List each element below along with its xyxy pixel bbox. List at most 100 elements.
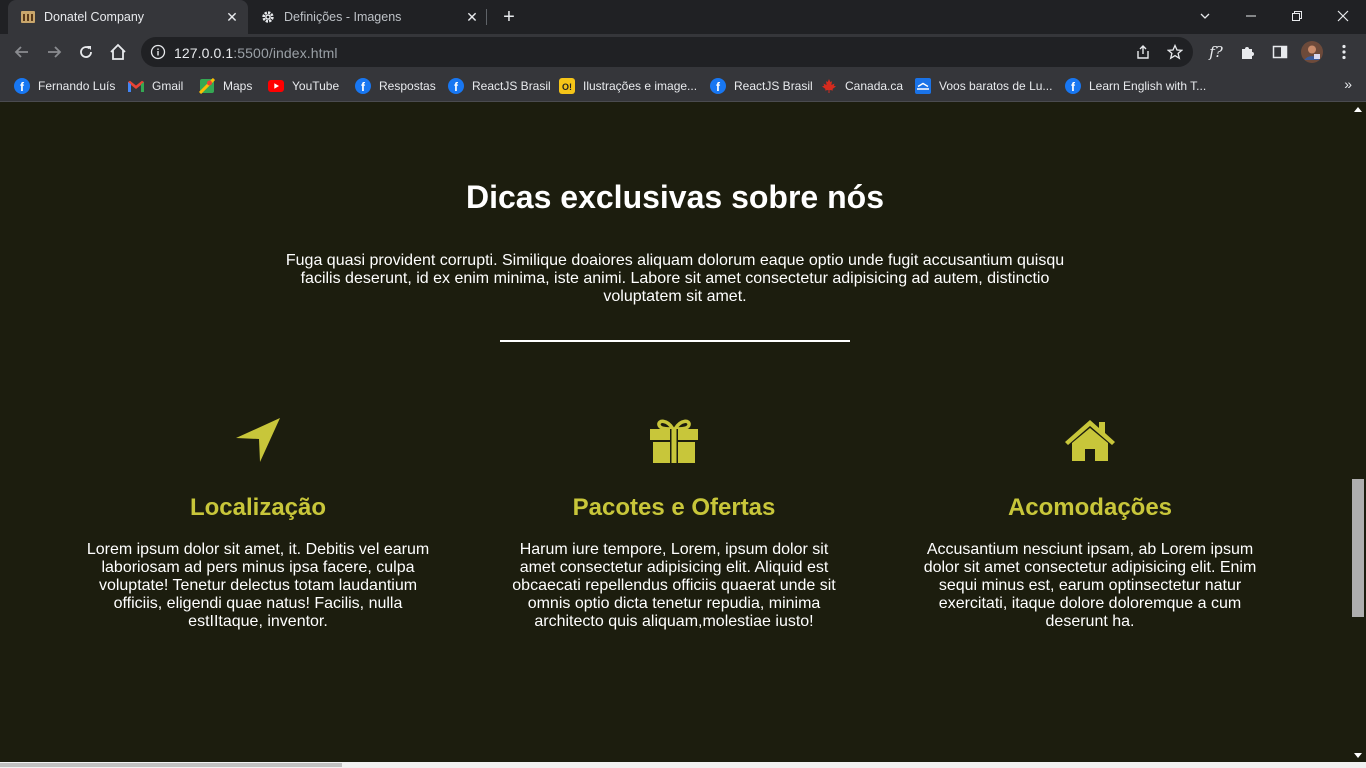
bookmarks-bar: f Fernando Luís Gmail Maps YouTube f Res… [0, 70, 1366, 102]
close-icon [1337, 10, 1349, 22]
bookmark-gmail[interactable]: Gmail [128, 76, 183, 96]
bookmark-label: Ilustrações e image... [583, 79, 698, 93]
tab-donatel-company[interactable]: Donatel Company ✕ [8, 0, 248, 34]
tab-title: Donatel Company [44, 10, 145, 24]
side-panel-icon [1272, 45, 1288, 59]
restore-icon [1292, 11, 1302, 21]
bookmark-label: ReactJS Brasil [734, 79, 813, 93]
avatar-icon [1301, 41, 1323, 63]
bookmark-canada[interactable]: Canada.ca [821, 76, 903, 96]
facebook-icon: f [14, 78, 30, 94]
close-tab-icon[interactable]: ✕ [222, 7, 242, 27]
back-button[interactable] [8, 38, 36, 66]
feature-text: Lorem ipsum dolor sit amet, it. Debitis … [86, 541, 430, 630]
browser-menu-button[interactable] [1334, 42, 1354, 62]
side-panel-button[interactable] [1270, 42, 1290, 62]
bookmark-youtube[interactable]: YouTube [268, 76, 339, 96]
bookmark-learn-english[interactable]: f Learn English with T... [1065, 76, 1206, 96]
feature-title: Pacotes e Ofertas [572, 494, 776, 521]
tab-title: Definições - Imagens [284, 10, 402, 24]
bookmark-reactjs-brasil[interactable]: f ReactJS Brasil [448, 76, 551, 96]
bookmark-label: Fernando Luís [38, 79, 116, 93]
arrow-right-icon [48, 46, 62, 58]
bookmark-label: Canada.ca [845, 79, 904, 93]
svg-text:O!: O! [562, 82, 572, 92]
tab-search-button[interactable] [1182, 0, 1228, 32]
page-viewport: Dicas exclusivas sobre nós Fuga quasi pr… [0, 103, 1366, 768]
bookmark-ilustracoes[interactable]: O! Ilustrações e image... [559, 76, 697, 96]
minimize-button[interactable] [1228, 0, 1274, 32]
facebook-icon: f [1065, 78, 1081, 94]
more-bookmarks-button[interactable]: » [1344, 76, 1352, 92]
maple-leaf-icon [821, 78, 837, 94]
feature-title: Localização [189, 494, 327, 521]
horizontal-scrollbar-thumb[interactable] [0, 763, 342, 767]
puzzle-icon [1242, 47, 1254, 59]
address-bar[interactable]: 127.0.0.1:5500/index.html [141, 37, 1193, 67]
youtube-icon [268, 78, 284, 94]
site-favicon-icon [20, 9, 36, 25]
chevron-down-icon [1200, 13, 1210, 19]
reload-icon [80, 46, 92, 58]
tab-definicoes-imagens[interactable]: Definições - Imagens ✕ [248, 0, 488, 34]
home-button[interactable] [104, 38, 132, 66]
bookmark-star-icon[interactable] [1167, 44, 1183, 60]
horizontal-scrollbar[interactable] [0, 762, 1366, 768]
url-text: 127.0.0.1:5500/index.html [174, 45, 338, 61]
bookmark-label: Gmail [152, 79, 184, 93]
gift-icon [494, 416, 854, 464]
feature-title: Acomodações [1007, 494, 1173, 521]
bookmark-label: ReactJS Brasil [472, 79, 551, 93]
bookmark-voos-baratos[interactable]: Voos baratos de Lu... [915, 76, 1052, 96]
bookmark-label: Respostas [379, 79, 436, 93]
scroll-down-arrow-icon[interactable] [1354, 753, 1362, 758]
illustration-icon: O! [559, 78, 575, 94]
flights-icon [915, 78, 931, 94]
info-icon[interactable] [150, 44, 166, 60]
bookmark-label: Maps [223, 79, 253, 93]
section-intro: Fuga quasi provident corrupti. Similique… [285, 252, 1065, 305]
bookmark-reactjs-brasil-2[interactable]: f ReactJS Brasil [710, 76, 813, 96]
url-path: :5500/index.html [233, 45, 338, 61]
feature-text: Harum iure tempore, Lorem, ipsum dolor s… [512, 541, 836, 630]
close-window-button[interactable] [1320, 0, 1366, 32]
location-arrow-icon [78, 416, 438, 464]
vertical-scrollbar[interactable] [1350, 103, 1366, 762]
minimize-icon [1246, 15, 1256, 17]
scroll-up-arrow-icon[interactable] [1354, 107, 1362, 112]
bookmark-label: Voos baratos de Lu... [939, 79, 1053, 93]
maps-icon [199, 78, 215, 94]
url-host: 127.0.0.1 [174, 45, 234, 61]
bookmark-fernando-luis[interactable]: f Fernando Luís [14, 76, 115, 96]
gear-icon [260, 9, 276, 25]
bookmark-label: YouTube [292, 79, 340, 93]
close-tab-icon[interactable]: ✕ [462, 7, 482, 27]
reload-button[interactable] [72, 38, 100, 66]
home-icon [910, 416, 1270, 464]
kebab-menu-icon [1342, 44, 1346, 60]
feature-card-pacotes: Pacotes e Ofertas Harum iure tempore, Lo… [494, 416, 854, 631]
facebook-icon: f [710, 78, 726, 94]
profile-avatar[interactable] [1301, 41, 1323, 63]
new-tab-button[interactable]: + [497, 5, 521, 29]
share-icon[interactable] [1135, 44, 1151, 60]
facebook-icon: f [448, 78, 464, 94]
extensions-button[interactable] [1238, 42, 1258, 62]
feature-card-localizacao: Localização Lorem ipsum dolor sit amet, … [78, 416, 438, 631]
browser-toolbar: 127.0.0.1:5500/index.html f? [0, 34, 1366, 70]
bookmark-respostas[interactable]: f Respostas [355, 76, 436, 96]
restore-button[interactable] [1274, 0, 1320, 32]
tab-separator [486, 9, 487, 25]
section-divider [500, 340, 850, 342]
arrow-left-icon [14, 46, 28, 58]
bookmark-maps[interactable]: Maps [199, 76, 252, 96]
formula-extension-icon[interactable]: f? [1206, 42, 1226, 62]
feature-card-acomodacoes: Acomodações Accusantium nesciunt ipsam, … [910, 416, 1270, 631]
forward-button[interactable] [40, 38, 68, 66]
gmail-icon [128, 78, 144, 94]
tab-strip: Donatel Company ✕ Definições - Imagens ✕… [0, 0, 1366, 34]
feature-text: Accusantium nesciunt ipsam, ab Lorem ips… [923, 541, 1257, 630]
bookmark-label: Learn English with T... [1089, 79, 1207, 93]
scrollbar-thumb[interactable] [1352, 479, 1364, 617]
section-title: Dicas exclusivas sobre nós [466, 179, 884, 215]
